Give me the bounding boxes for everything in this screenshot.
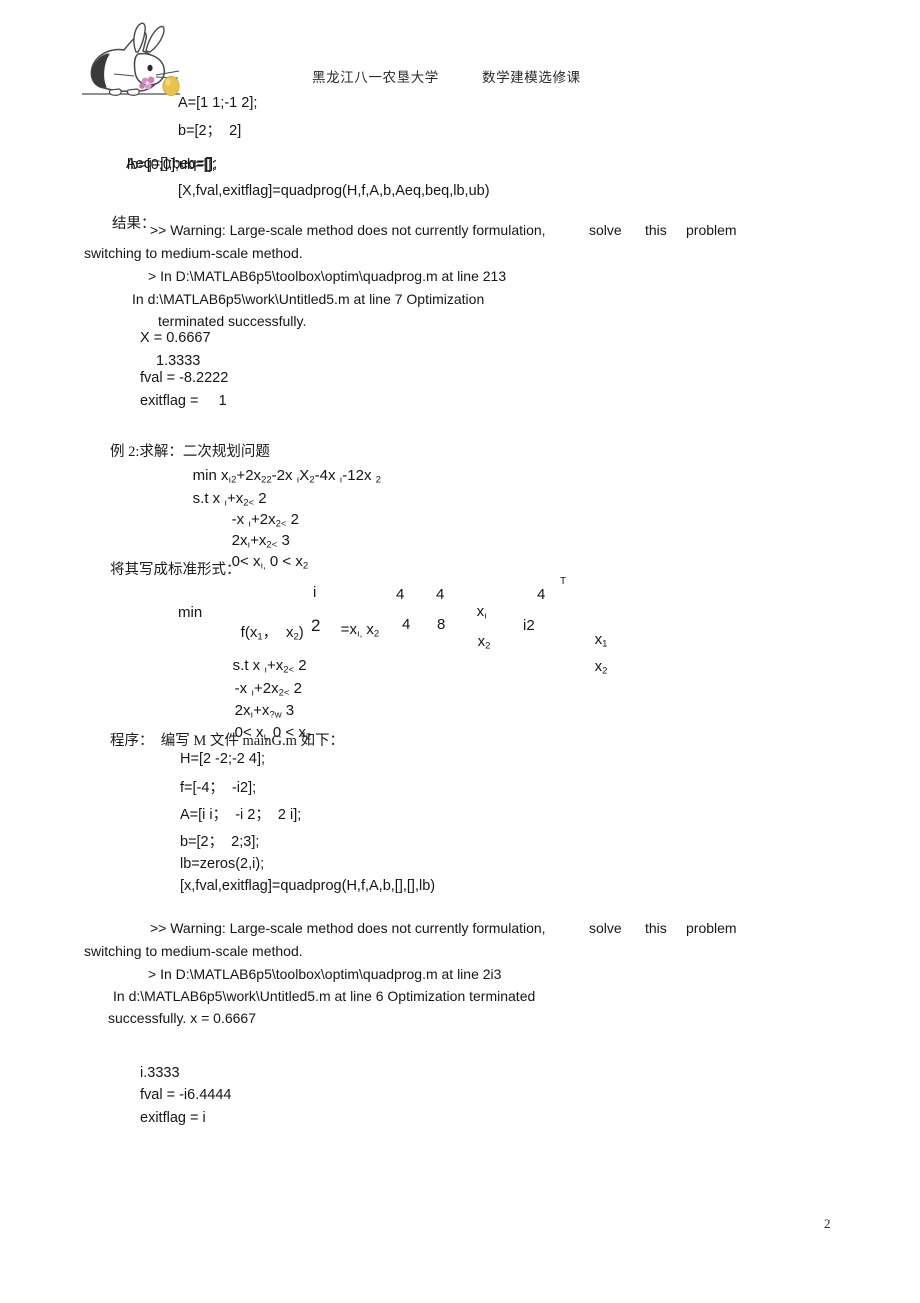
trailing-x2: x2 — [578, 641, 608, 693]
c4-s2: 2 — [302, 560, 309, 572]
standard-form-label: 将其写成标准形式： — [110, 562, 241, 578]
output-exitflag-1: exitflag = 1 — [140, 393, 227, 409]
vec-2-sub: 2 — [485, 640, 491, 652]
output-x2-1: 1.3333 — [156, 353, 201, 369]
fx-close: ) — [298, 624, 304, 641]
obj-term-c: -2x — [271, 467, 293, 484]
trace-line-1b: In d:\MATLAB6p5\work\Untitled5.m at line… — [132, 291, 485, 307]
vec-row2-x: x — [362, 621, 374, 638]
trail-x2-sub: 2 — [602, 665, 608, 677]
code-line-A: A=[i i； -i 2； 2 i]; — [180, 807, 302, 823]
trace-line-2c: successfully. x = 0.6667 — [108, 1010, 256, 1026]
matrix-entry-22: 8 — [437, 616, 446, 633]
overlap-layer-b: lb=[0;0];ub=[]; — [127, 157, 216, 173]
warning-tail-problem-1: problem — [686, 222, 737, 238]
d2-rhs: 2 — [293, 680, 302, 697]
matrix-equals-vector: =xı, x2 — [324, 604, 380, 656]
rabbit-logo-icon — [76, 18, 188, 114]
header-course: 数学建模选修课 — [482, 70, 581, 85]
code-line-quadprog: [x,fval,exitflag]=quadprog(H,f,A,b,[],[]… — [180, 878, 436, 894]
warning-line-2: >> Warning: Large-scale method does not … — [150, 920, 546, 936]
obj-term-e: -4x — [314, 467, 336, 484]
coef-2: i2 — [523, 617, 535, 634]
result-label-1: 结果： — [112, 216, 156, 232]
trace-line-2a: > In D:\MATLAB6p5\toolbox\optim\quadprog… — [148, 966, 502, 982]
code-line-b: b=[2； 2] — [178, 123, 242, 139]
warning-tail-this-2: this — [645, 920, 667, 936]
matrix-min-label: min — [178, 604, 203, 621]
c4-mid: 0 < x — [265, 553, 303, 570]
warning-tail-solve-2: solve — [589, 920, 622, 936]
matrix-entry-12: 4 — [436, 586, 445, 603]
trace-line-2b: In d:\MATLAB6p5\work\Untitled5.m at line… — [113, 988, 536, 1004]
warning-cont-2: switching to medium-scale method. — [84, 943, 303, 959]
warning-line-1: >> Warning: Large-scale method does not … — [150, 222, 546, 238]
fraction-numerator: i — [313, 584, 317, 601]
code-line-lb: lb=zeros(2,i); — [180, 856, 265, 872]
output-x-1: X = 0.6667 — [140, 330, 211, 346]
overlapping-code-line: Aeq=[];beq=[]; lb=[0;0];ub=[]; — [126, 156, 386, 176]
code-line-a: A=[1 1;-1 2]; — [178, 95, 258, 111]
output-x2-2: i.3333 — [140, 1065, 180, 1081]
obj-term-d: X — [299, 467, 310, 484]
obj-sub-f: 2 — [375, 474, 381, 486]
transpose-marker: T — [560, 576, 567, 587]
warning-tail-problem-2: problem — [686, 920, 737, 936]
obj-term-f: -12x — [342, 467, 372, 484]
code-line-f: f=[-4； -i2]; — [180, 780, 257, 796]
output-fval-2: fval = -i6.4444 — [140, 1087, 232, 1103]
output-exitflag-2: exitflag = i — [140, 1110, 206, 1126]
vec-row-x: x — [349, 621, 357, 638]
fraction-denominator: 2 — [311, 616, 321, 635]
warning-cont-1: switching to medium-scale method. — [84, 245, 303, 261]
fx-label: f(x — [240, 624, 258, 641]
code-quadprog-call: [X,fval,exitflag]=quadprog(H,f,A,b,Aeq,b… — [178, 183, 490, 199]
document-page: 黑龙江八一农垦大学 数学建模选修课 A=[1 1;-1 2]; b=[2； 2]… — [0, 0, 920, 1303]
output-fval-1: fval = -8.2222 — [140, 370, 229, 386]
vec-row2-sub: 2 — [373, 628, 380, 640]
page-number: 2 — [824, 1216, 831, 1231]
c2-rhs: 2 — [290, 511, 299, 528]
warning-tail-this-1: this — [645, 222, 667, 238]
header-university: 黑龙江八一农垦大学 — [312, 70, 439, 85]
matrix-vector-2: x2 — [461, 616, 491, 668]
code-line-b: b=[2； 2;3]; — [180, 834, 260, 850]
coef-1: 4 — [537, 586, 546, 603]
code-line-H: H=[2 -2;-2 4]; — [180, 751, 266, 767]
trace-line-1a: > In D:\MATLAB6p5\toolbox\optim\quadprog… — [148, 268, 507, 284]
trace-line-1c: terminated successfully. — [158, 313, 307, 329]
program-label: 程序： 编写 M 文件 mainG.m 如下： — [110, 733, 345, 749]
matrix-entry-11: 4 — [396, 586, 405, 603]
warning-tail-solve-1: solve — [589, 222, 622, 238]
fx-mid: ， x — [262, 624, 294, 641]
matrix-entry-21: 4 — [402, 616, 411, 633]
